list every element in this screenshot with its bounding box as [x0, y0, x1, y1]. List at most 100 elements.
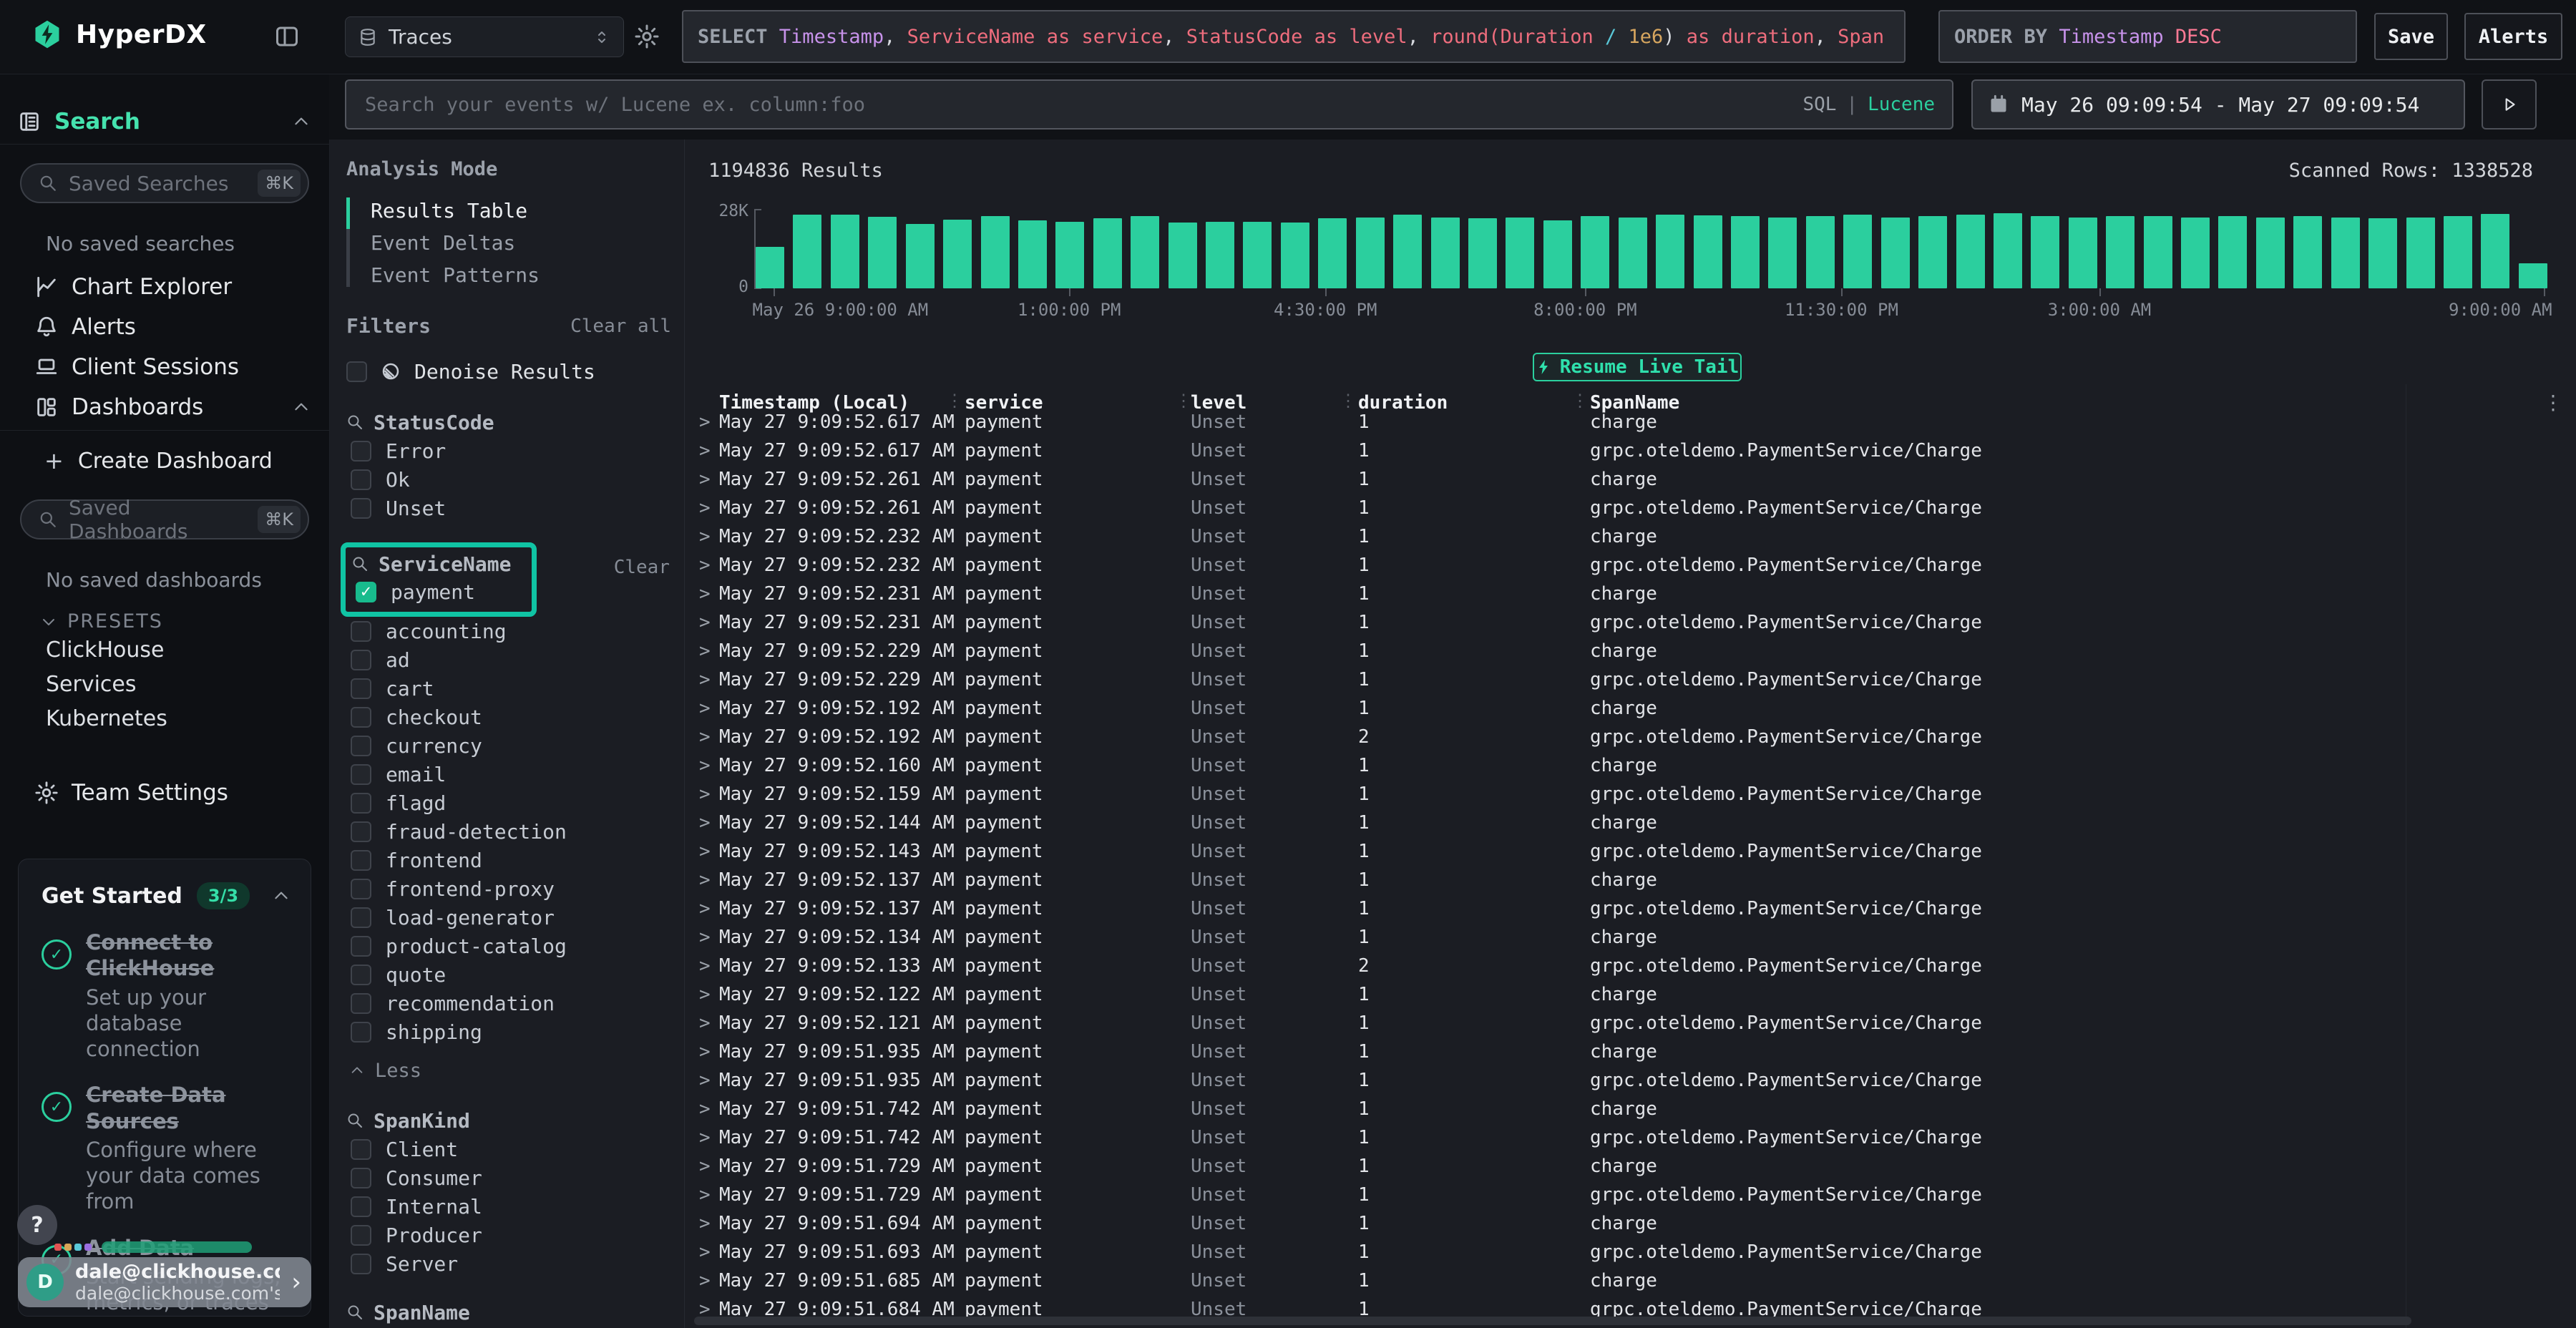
histogram-bar[interactable]	[943, 220, 972, 288]
row-expand-icon[interactable]: >	[699, 465, 711, 494]
filter-option-consumer[interactable]: Consumer	[346, 1163, 671, 1192]
histogram-bar[interactable]	[1318, 218, 1347, 288]
checkbox[interactable]	[351, 764, 371, 785]
preset-clickhouse[interactable]: ClickHouse	[0, 633, 329, 667]
checkbox[interactable]	[351, 1225, 371, 1246]
table-row[interactable]: >May 27 9:09:52.229 AMpaymentUnset1grpc.…	[685, 665, 2576, 694]
histogram-bar[interactable]	[1206, 222, 1234, 288]
row-expand-icon[interactable]: >	[699, 751, 711, 780]
row-expand-icon[interactable]: >	[699, 1209, 711, 1238]
table-row[interactable]: >May 27 9:09:52.159 AMpaymentUnset1grpc.…	[685, 780, 2576, 809]
histogram-bar[interactable]	[1356, 218, 1385, 288]
filter-option-ok[interactable]: Ok	[346, 465, 671, 494]
table-row[interactable]: >May 27 9:09:52.121 AMpaymentUnset1grpc.…	[685, 1009, 2576, 1038]
checkbox-checked[interactable]: ✓	[356, 582, 376, 602]
chevron-up-icon[interactable]	[292, 112, 311, 131]
table-row[interactable]: >May 27 9:09:52.143 AMpaymentUnset1grpc.…	[685, 837, 2576, 866]
alerts-button[interactable]: Alerts	[2464, 13, 2562, 60]
row-expand-icon[interactable]: >	[699, 923, 711, 952]
sql-select-editor[interactable]: SELECT Timestamp, ServiceName as service…	[682, 10, 1906, 63]
saved-dashboards-input[interactable]: Saved Dashboards ⌘K	[20, 499, 309, 540]
checkbox[interactable]	[351, 850, 371, 871]
get-started-header[interactable]: Get Started 3/3	[42, 882, 291, 909]
filter-option-client[interactable]: Client	[346, 1135, 671, 1163]
clear-filter-link[interactable]: Clear	[614, 557, 670, 578]
row-expand-icon[interactable]: >	[699, 1152, 711, 1181]
histogram-bar[interactable]	[793, 215, 821, 288]
table-row[interactable]: >May 27 9:09:52.134 AMpaymentUnset1charg…	[685, 923, 2576, 952]
filter-option-server[interactable]: Server	[346, 1249, 671, 1278]
table-row[interactable]: >May 27 9:09:51.729 AMpaymentUnset1charg…	[685, 1152, 2576, 1181]
table-row[interactable]: >May 27 9:09:52.261 AMpaymentUnset1grpc.…	[685, 494, 2576, 522]
histogram-bar[interactable]	[1806, 216, 1835, 288]
filter-option-shipping[interactable]: shipping	[346, 1017, 671, 1046]
histogram-bar[interactable]	[2031, 216, 2059, 288]
get-started-item[interactable]: ✓Connect to ClickHouseSet up your databa…	[42, 929, 291, 1062]
table-row[interactable]: >May 27 9:09:52.122 AMpaymentUnset1charg…	[685, 980, 2576, 1009]
row-expand-icon[interactable]: >	[699, 436, 711, 465]
chevron-up-icon[interactable]	[272, 887, 291, 905]
table-row[interactable]: >May 27 9:09:52.192 AMpaymentUnset2grpc.…	[685, 723, 2576, 751]
mode-lucene[interactable]: Lucene	[1868, 94, 1935, 115]
filter-option-email[interactable]: email	[346, 760, 671, 788]
table-row[interactable]: >May 27 9:09:52.261 AMpaymentUnset1charg…	[685, 465, 2576, 494]
histogram-bar[interactable]	[1018, 220, 1047, 288]
query-language-toggle[interactable]: SQL | Lucene	[1802, 94, 1935, 115]
saved-searches-input[interactable]: Saved Searches ⌘K	[20, 163, 309, 203]
histogram-bar[interactable]	[2256, 218, 2285, 288]
histogram-bar[interactable]	[1956, 215, 1985, 288]
table-row[interactable]: >May 27 9:09:51.742 AMpaymentUnset1charg…	[685, 1095, 2576, 1123]
filter-option-accounting[interactable]: accounting	[346, 617, 671, 645]
filter-option-cart[interactable]: cart	[346, 674, 671, 703]
row-expand-icon[interactable]: >	[699, 1038, 711, 1066]
filter-option-internal[interactable]: Internal	[346, 1192, 671, 1221]
checkbox[interactable]	[351, 736, 371, 756]
histogram-bar[interactable]	[1055, 222, 1084, 288]
checkbox[interactable]	[351, 1139, 371, 1160]
checkbox[interactable]	[351, 1168, 371, 1188]
histogram-bar[interactable]	[2144, 216, 2172, 288]
sidebar-item-team-settings[interactable]: Team Settings	[0, 773, 329, 813]
histogram-bar[interactable]	[981, 216, 1010, 288]
histogram-bar[interactable]	[1694, 215, 1722, 288]
histogram-bar[interactable]	[1619, 218, 1647, 288]
histogram-bar[interactable]	[831, 215, 859, 288]
table-row[interactable]: >May 27 9:09:51.935 AMpaymentUnset1charg…	[685, 1038, 2576, 1066]
checkbox[interactable]	[351, 707, 371, 728]
table-row[interactable]: >May 27 9:09:52.231 AMpaymentUnset1charg…	[685, 580, 2576, 608]
row-expand-icon[interactable]: >	[699, 694, 711, 723]
table-row[interactable]: >May 27 9:09:51.729 AMpaymentUnset1grpc.…	[685, 1181, 2576, 1209]
checkbox[interactable]	[351, 965, 371, 985]
search-icon[interactable]	[351, 555, 369, 572]
checkbox[interactable]	[351, 1196, 371, 1217]
row-expand-icon[interactable]: >	[699, 780, 711, 809]
histogram-bar[interactable]	[1169, 223, 1197, 288]
row-expand-icon[interactable]: >	[699, 580, 711, 608]
table-row[interactable]: >May 27 9:09:52.133 AMpaymentUnset2grpc.…	[685, 952, 2576, 980]
filter-option-product-catalog[interactable]: product-catalog	[346, 932, 671, 960]
histogram-bar[interactable]	[2181, 218, 2210, 288]
table-row[interactable]: >May 27 9:09:52.160 AMpaymentUnset1charg…	[685, 751, 2576, 780]
presets-toggle[interactable]: PRESETS	[40, 610, 329, 633]
histogram-bar[interactable]	[1731, 216, 1760, 288]
table-row[interactable]: >May 27 9:09:52.617 AMpaymentUnset1grpc.…	[685, 436, 2576, 465]
tab-event-patterns[interactable]: Event Patterns	[346, 259, 671, 291]
checkbox[interactable]	[351, 678, 371, 699]
checkbox[interactable]	[351, 1022, 371, 1043]
preset-kubernetes[interactable]: Kubernetes	[0, 701, 329, 736]
sidebar-item-chart-explorer[interactable]: Chart Explorer	[0, 267, 329, 307]
tab-results-table[interactable]: Results Table	[346, 195, 671, 227]
checkbox[interactable]	[351, 498, 371, 519]
histogram-bar[interactable]	[1281, 223, 1309, 288]
histogram-bar[interactable]	[1131, 216, 1159, 288]
histogram-bar[interactable]	[2069, 218, 2097, 288]
row-expand-icon[interactable]: >	[699, 894, 711, 923]
user-menu[interactable]: D dale@clickhouse.com dale@clickhouse.co…	[18, 1257, 311, 1307]
row-expand-icon[interactable]: >	[699, 1123, 711, 1152]
table-row[interactable]: >May 27 9:09:51.935 AMpaymentUnset1grpc.…	[685, 1066, 2576, 1095]
histogram-bar[interactable]	[1468, 218, 1497, 288]
create-dashboard-button[interactable]: + Create Dashboard	[0, 441, 329, 481]
search-icon[interactable]	[346, 414, 364, 431]
table-row[interactable]: >May 27 9:09:52.137 AMpaymentUnset1grpc.…	[685, 894, 2576, 923]
search-icon[interactable]	[346, 1304, 364, 1321]
